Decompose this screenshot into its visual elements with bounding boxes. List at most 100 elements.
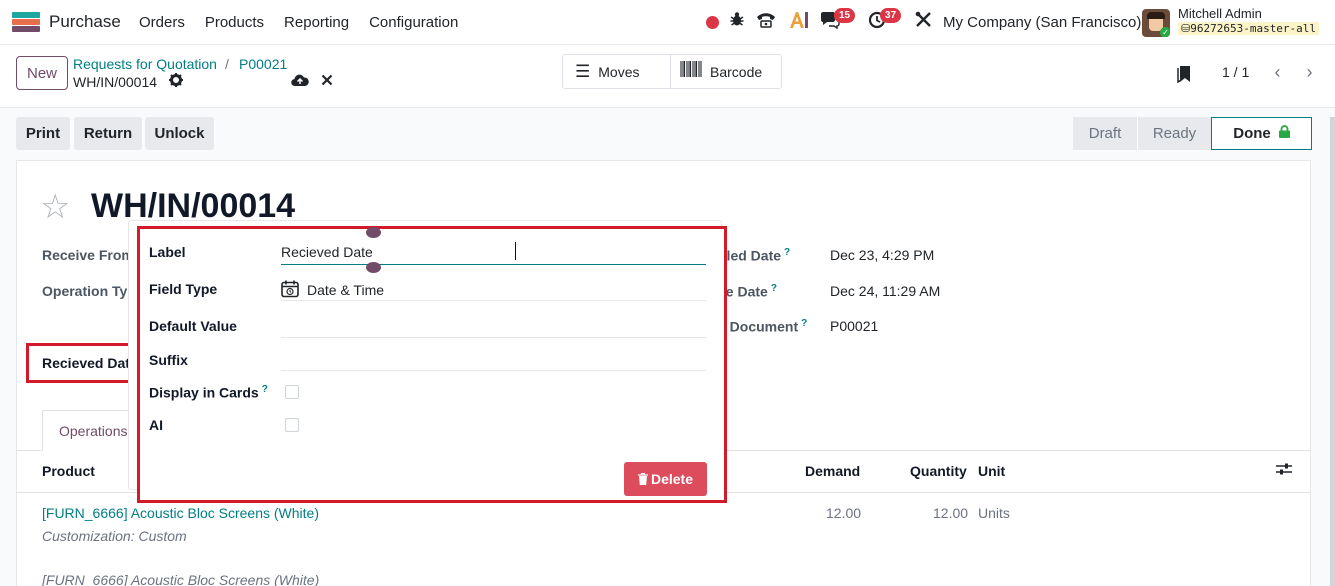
text-caret [515, 242, 516, 260]
tab-operations[interactable]: Operations [42, 410, 140, 451]
field-type-value: Date & Time [307, 282, 385, 298]
source-document-label: e Document? [718, 318, 807, 335]
selection-handle-bottom[interactable] [366, 262, 381, 273]
status-bar: Draft Ready Done [1073, 117, 1312, 150]
user-name[interactable]: Mitchell Admin [1178, 6, 1262, 21]
default-value-label: Default Value [149, 318, 237, 334]
barcode-smart-button[interactable]: Barcode [670, 54, 782, 89]
activities-badge: 37 [880, 8, 902, 23]
return-button[interactable]: Return [74, 117, 142, 150]
database-icon: ⛁ [1181, 22, 1191, 35]
database-name-text: 96272653-master-all [1190, 22, 1317, 35]
pager-value[interactable]: 1 / 1 [1222, 64, 1249, 80]
ai-icon[interactable] [789, 11, 809, 35]
list-icon: ☰ [575, 61, 591, 81]
phone-icon[interactable] [756, 11, 776, 35]
messages-badge: 15 [834, 8, 856, 23]
user-avatar[interactable]: ✓ [1142, 9, 1170, 37]
recording-dot-icon[interactable] [706, 16, 719, 29]
pager-previous-button[interactable]: ‹ [1262, 57, 1293, 88]
help-icon[interactable]: ? [262, 384, 268, 395]
breadcrumb-po[interactable]: P00021 [239, 56, 287, 72]
operation-type-label: Operation Typ [42, 283, 136, 299]
help-icon[interactable]: ? [771, 283, 777, 294]
table-row-product[interactable]: [FURN_6666] Acoustic Bloc Screens (White… [42, 505, 319, 521]
unlock-button[interactable]: Unlock [145, 117, 214, 150]
scheduled-date-label: uled Date? [718, 247, 790, 264]
recieved-date-field-label[interactable]: Recieved Date [26, 343, 140, 383]
column-product[interactable]: Product [42, 463, 95, 479]
page-scrollbar[interactable] [1330, 117, 1335, 586]
label-input[interactable] [281, 241, 706, 263]
display-in-cards-label-text: Display in Cards [149, 384, 259, 401]
menu-reporting[interactable]: Reporting [284, 14, 349, 31]
record-name: WH/IN/00014 [73, 74, 158, 90]
company-switcher[interactable]: My Company (San Francisco) [943, 14, 1141, 31]
control-panel: New Requests for Quotation / P00021 WH/I… [0, 45, 1335, 108]
default-value-input[interactable] [281, 314, 706, 338]
table-row-note: Customization: Custom [42, 528, 187, 544]
source-document-value[interactable]: P00021 [830, 318, 878, 334]
column-demand[interactable]: Demand [805, 463, 860, 479]
breadcrumb-separator: / [225, 56, 229, 72]
calendar-icon [281, 280, 299, 301]
main-menu: Orders Products Reporting Configuration [139, 14, 458, 31]
column-quantity[interactable]: Quantity [910, 463, 967, 479]
status-done-label: Done [1233, 125, 1271, 142]
status-draft[interactable]: Draft [1073, 117, 1137, 150]
purchase-app-icon[interactable] [12, 12, 40, 32]
help-icon[interactable]: ? [784, 247, 790, 258]
suffix-label: Suffix [149, 352, 188, 368]
bookmark-icon[interactable] [1176, 65, 1192, 88]
database-name: ⛁96272653-master-all [1178, 22, 1320, 35]
barcode-icon [680, 61, 702, 82]
table-row-unit[interactable]: Units [978, 505, 1010, 521]
pager-next-button[interactable]: › [1294, 57, 1325, 88]
lock-icon [1278, 125, 1290, 142]
ai-checkbox[interactable] [285, 418, 299, 432]
suffix-input[interactable] [281, 347, 706, 371]
discard-close-icon[interactable] [321, 73, 333, 90]
receive-from-label: Receive From [42, 247, 134, 263]
menu-configuration[interactable]: Configuration [369, 14, 458, 31]
selection-handle-top[interactable] [366, 227, 381, 238]
new-button[interactable]: New [16, 56, 68, 90]
help-icon[interactable]: ? [801, 318, 807, 329]
app-name[interactable]: Purchase [49, 12, 121, 32]
print-button[interactable]: Print [16, 117, 70, 150]
table-row-quantity[interactable]: 12.00 [933, 505, 968, 521]
chevron-left-icon: ‹ [1274, 62, 1281, 82]
display-in-cards-checkbox[interactable] [285, 385, 299, 399]
label-field [281, 241, 706, 265]
save-cloud-icon[interactable] [291, 73, 309, 91]
menu-products[interactable]: Products [205, 14, 264, 31]
field-type-field[interactable]: Date & Time [281, 277, 706, 301]
status-ready[interactable]: Ready [1137, 117, 1211, 150]
moves-smart-button[interactable]: ☰ Moves [562, 54, 671, 89]
status-done[interactable]: Done [1211, 117, 1312, 150]
field-properties-popover: Label Field Type Date & Time Default Val… [137, 226, 727, 503]
online-status-icon: ✓ [1160, 27, 1170, 37]
breadcrumb-requests-for-quotation[interactable]: Requests for Quotation [73, 56, 217, 72]
table-row-demand[interactable]: 12.00 [826, 505, 861, 521]
field-type-label: Field Type [149, 281, 218, 297]
optional-columns-icon[interactable] [1276, 462, 1292, 481]
delete-button[interactable]: Delete [624, 462, 707, 496]
tools-icon[interactable] [915, 11, 932, 34]
gear-icon[interactable] [169, 73, 183, 90]
trash-icon [637, 472, 648, 488]
label-label: Label [149, 244, 186, 260]
scheduled-date-value[interactable]: Dec 23, 4:29 PM [830, 247, 934, 263]
source-document-label-text: e Document [718, 318, 799, 335]
scheduled-date-label-text: uled Date [718, 247, 782, 264]
table-row-next-product[interactable]: [FURN_6666] Acoustic Bloc Screens (White… [42, 572, 319, 586]
barcode-label: Barcode [710, 63, 763, 80]
ai-label: AI [149, 417, 163, 433]
column-unit[interactable]: Unit [978, 463, 1005, 479]
delete-label: Delete [650, 470, 694, 487]
moves-label: Moves [598, 63, 640, 80]
menu-orders[interactable]: Orders [139, 14, 185, 31]
star-icon[interactable]: ☆ [40, 190, 70, 224]
effective-date-value: Dec 24, 11:29 AM [830, 283, 941, 299]
bug-icon[interactable] [729, 11, 745, 33]
